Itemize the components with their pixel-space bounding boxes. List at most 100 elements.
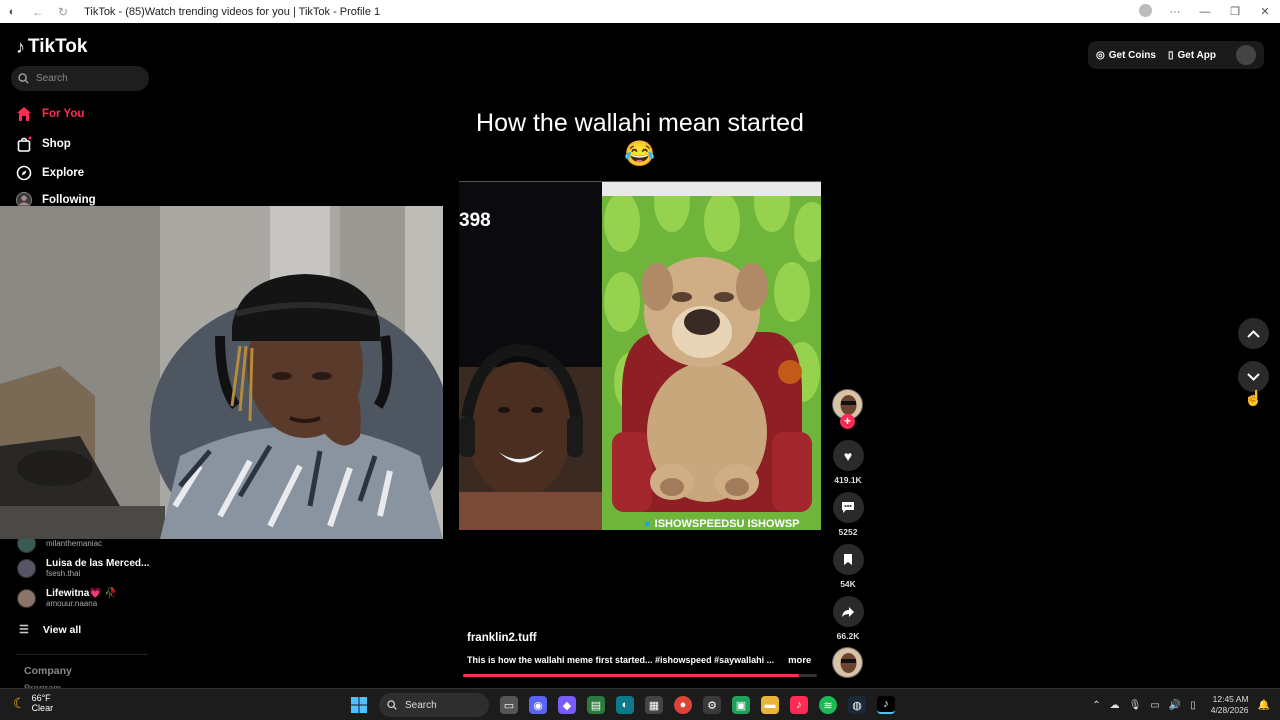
more-options-icon[interactable]: ···: [1160, 6, 1190, 18]
avatar: [17, 558, 36, 578]
clock[interactable]: 12:45 AM 4/28/2026: [1211, 694, 1249, 716]
get-coins-button[interactable]: ◎ Get Coins: [1096, 50, 1156, 61]
nav-shop[interactable]: Shop: [16, 136, 71, 152]
like-action[interactable]: ♥ 419.1K: [832, 440, 864, 485]
edge-icon[interactable]: ◐: [616, 696, 634, 714]
video-progress-fill: [463, 674, 800, 677]
hand-cursor-icon: ☝: [1244, 390, 1263, 407]
browser-menu-icon[interactable]: ◐: [6, 6, 18, 18]
save-count: 54K: [840, 579, 856, 589]
steam-icon[interactable]: ◍: [848, 696, 866, 714]
get-app-label: Get App: [1177, 49, 1216, 61]
search-icon: [387, 700, 397, 710]
copilot-icon[interactable]: ◆: [558, 696, 576, 714]
browser-titlebar: ◐ ← ↻ TikTok - (85)Watch trending videos…: [0, 0, 1280, 23]
weather-temperature: 66°F: [31, 693, 51, 703]
nav-explore[interactable]: Explore: [16, 165, 84, 181]
like-count: 419.1K: [834, 475, 862, 485]
watermark-text: ISHOWSPEEDSU ISHOWSP: [654, 517, 800, 530]
reaction-face-image: [459, 343, 602, 530]
system-tray: ⌃ ☁ 🎙 ▭ 🔊 ▯ 12:45 AM 4/28/2026 🔔: [1092, 689, 1270, 720]
nav-for-you-label: For You: [42, 108, 85, 120]
chevron-up-icon: [1247, 329, 1260, 338]
following-handle: milanthemaniac: [46, 539, 103, 548]
logo-text: TikTok: [28, 36, 88, 57]
share-count: 66.2K: [836, 631, 860, 641]
clock-time: 12:45 AM: [1212, 694, 1249, 704]
share-icon[interactable]: [832, 596, 864, 627]
music-disc-avatar[interactable]: [832, 647, 863, 678]
get-app-button[interactable]: ▯ Get App: [1168, 50, 1216, 61]
taskbar-search[interactable]: Search: [379, 693, 489, 717]
network-icon[interactable]: ▭: [1150, 700, 1159, 711]
comment-count: 5252: [838, 527, 858, 537]
video-player[interactable]: 398 ● ISHOWSPEEDSU ISHOWSP: [459, 181, 821, 530]
back-icon[interactable]: ←: [32, 5, 44, 19]
nav-for-you[interactable]: For You: [16, 106, 84, 122]
phone-icon: ▯: [1167, 49, 1174, 61]
discord-icon[interactable]: ◉: [529, 696, 547, 714]
talking-ben-image: [602, 182, 821, 530]
list-icon: ☰: [19, 624, 29, 636]
comment-action[interactable]: 5252: [832, 492, 864, 537]
notes-app-icon[interactable]: ▤: [587, 696, 605, 714]
microphone-icon[interactable]: 🎙: [1129, 700, 1142, 711]
onedrive-icon[interactable]: ☁: [1110, 700, 1120, 711]
app-icon[interactable]: ⚙: [703, 696, 721, 714]
video-author[interactable]: franklin2.tuff: [467, 632, 537, 644]
tiktok-note-icon: ♪: [16, 36, 25, 57]
company-link[interactable]: Company: [24, 665, 72, 677]
comment-icon[interactable]: [832, 492, 864, 523]
window-title: TikTok - (85)Watch trending videos for y…: [84, 5, 381, 18]
twitter-icon: ●: [644, 517, 651, 530]
restore-icon[interactable]: ❐: [1220, 5, 1250, 18]
bookmark-icon[interactable]: [832, 544, 864, 575]
weather-widget[interactable]: ☾ 66°F Clear: [13, 693, 53, 713]
follow-plus-button[interactable]: +: [840, 414, 855, 429]
video-title: How the wallahi mean started 😂: [476, 109, 804, 168]
account-avatar[interactable]: [1236, 45, 1256, 65]
chevron-up-icon[interactable]: ⌃: [1092, 700, 1100, 711]
following-handle: fsesh.thai: [46, 569, 81, 578]
nav-explore-label: Explore: [42, 167, 85, 179]
caption-more-button[interactable]: more: [788, 655, 811, 666]
heart-icon[interactable]: ♥: [832, 440, 864, 471]
previous-video-button[interactable]: [1238, 318, 1269, 349]
search-box[interactable]: [11, 66, 149, 91]
profile-icon[interactable]: [1130, 3, 1160, 20]
following-item[interactable]: Lifewitna💗 🥀 amouur.naana: [17, 588, 117, 608]
store-icon[interactable]: ▦: [645, 696, 663, 714]
save-action[interactable]: 54K: [832, 544, 864, 589]
task-view-icon[interactable]: ▭: [500, 696, 518, 714]
next-video-button[interactable]: [1238, 361, 1269, 392]
windows-start-icon[interactable]: [350, 696, 368, 714]
bag-icon: [16, 136, 32, 152]
refresh-icon[interactable]: ↻: [58, 5, 68, 19]
android-app-icon[interactable]: ▣: [732, 696, 750, 714]
chrome-icon[interactable]: ●: [674, 696, 692, 714]
moon-weather-icon: ☾: [13, 694, 26, 711]
volume-icon[interactable]: 🔊: [1169, 700, 1181, 711]
tiktok-logo[interactable]: ♪ TikTok: [16, 36, 87, 58]
coin-icon: ◎: [1096, 49, 1105, 61]
weather-condition: Clear: [31, 703, 54, 713]
view-all-button[interactable]: ☰ View all: [19, 623, 81, 637]
search-icon: [18, 73, 29, 84]
search-input[interactable]: [36, 73, 136, 84]
spotify-icon[interactable]: ≋: [819, 696, 837, 714]
close-icon[interactable]: ✕: [1250, 5, 1280, 18]
video-progress-bar[interactable]: [463, 674, 817, 677]
file-explorer-icon[interactable]: ▬: [761, 696, 779, 714]
share-action[interactable]: 66.2K: [832, 596, 864, 641]
header-actions: ◎ Get Coins ▯ Get App: [1088, 41, 1264, 69]
following-handle: amouur.naana: [46, 599, 98, 608]
talking-ben-panel: [602, 182, 821, 530]
tiktok-active-icon[interactable]: ♪: [877, 696, 895, 714]
following-name: Lifewitna💗 🥀: [46, 588, 118, 599]
tiktok-app-icon[interactable]: ♪: [790, 696, 808, 714]
minimize-icon[interactable]: —: [1190, 6, 1220, 18]
following-item[interactable]: Luisa de las Merced... fsesh.thai: [17, 558, 149, 578]
following-name: Luisa de las Merced...: [46, 558, 150, 569]
notification-icon[interactable]: 🔔: [1258, 700, 1270, 711]
battery-icon[interactable]: ▯: [1190, 700, 1196, 711]
